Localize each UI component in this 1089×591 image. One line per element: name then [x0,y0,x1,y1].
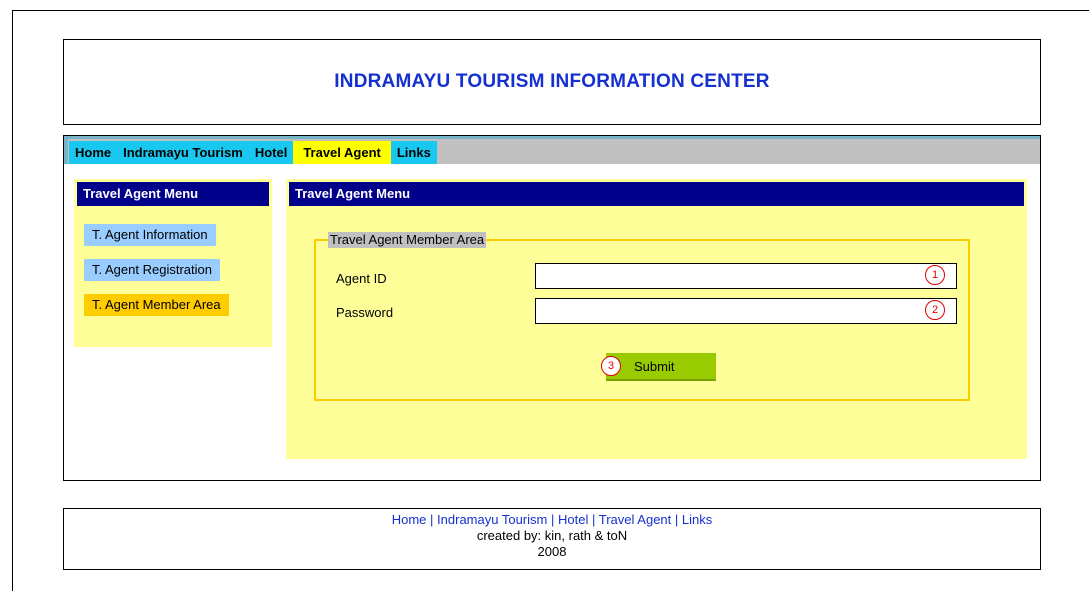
main-panel: Travel Agent Menu Travel Agent Member Ar… [286,179,1027,459]
footer-link-home[interactable]: Home [392,512,427,527]
marker-1-badge: 1 [925,265,945,285]
nav-bar: Home Indramayu Tourism Hotel Travel Agen… [64,136,1040,164]
password-input[interactable] [535,298,957,324]
nav-travel-agent[interactable]: Travel Agent [293,141,391,164]
sidebar-item-agent-registration[interactable]: T. Agent Registration [84,259,220,281]
footer-link-travel-agent[interactable]: Travel Agent [599,512,672,527]
footer-link-hotel[interactable]: Hotel [558,512,588,527]
site-title: INDRAMAYU TOURISM INFORMATION CENTER [334,71,770,92]
member-area-legend: Travel Agent Member Area [328,232,487,248]
marker-3-badge: 3 [601,356,621,376]
footer-link-links[interactable]: Links [682,512,712,527]
nav-items: Home Indramayu Tourism Hotel Travel Agen… [69,141,437,164]
footer-separator: | [550,512,555,527]
sidebar-item-agent-information[interactable]: T. Agent Information [84,224,216,246]
footer-separator: | [430,512,434,527]
password-label: Password [336,305,394,320]
sidebar-title: Travel Agent Menu [77,182,269,206]
main-title: Travel Agent Menu [289,182,1024,206]
member-area-fieldset: Travel Agent Member Area Agent ID 1 Pass… [314,232,970,401]
footer-link-indramayu-tourism[interactable]: Indramayu Tourism [437,512,547,527]
footer-separator: | [591,512,596,527]
footer-year: 2008 [537,544,567,559]
nav-home[interactable]: Home [69,141,117,164]
nav-hotel[interactable]: Hotel [249,141,294,164]
site-footer: Home | Indramayu Tourism | Hotel | Trave… [63,508,1041,570]
agent-id-label: Agent ID [336,271,387,286]
footer-links: Home | Indramayu Tourism | Hotel | Trave… [64,512,1040,528]
site-header: INDRAMAYU TOURISM INFORMATION CENTER [63,39,1041,125]
submit-button[interactable]: Submit [606,353,716,381]
content-frame: Home Indramayu Tourism Hotel Travel Agen… [63,135,1041,481]
sidebar: Travel Agent Menu T. Agent Information T… [74,179,272,347]
sidebar-item-agent-member-area[interactable]: T. Agent Member Area [84,294,229,316]
agent-id-input[interactable] [535,263,957,289]
nav-links[interactable]: Links [391,141,437,164]
footer-credits: created by: kin, rath & toN [476,528,628,543]
marker-2-badge: 2 [925,300,945,320]
footer-separator: | [674,512,679,527]
nav-indramayu-tourism[interactable]: Indramayu Tourism [117,141,249,164]
